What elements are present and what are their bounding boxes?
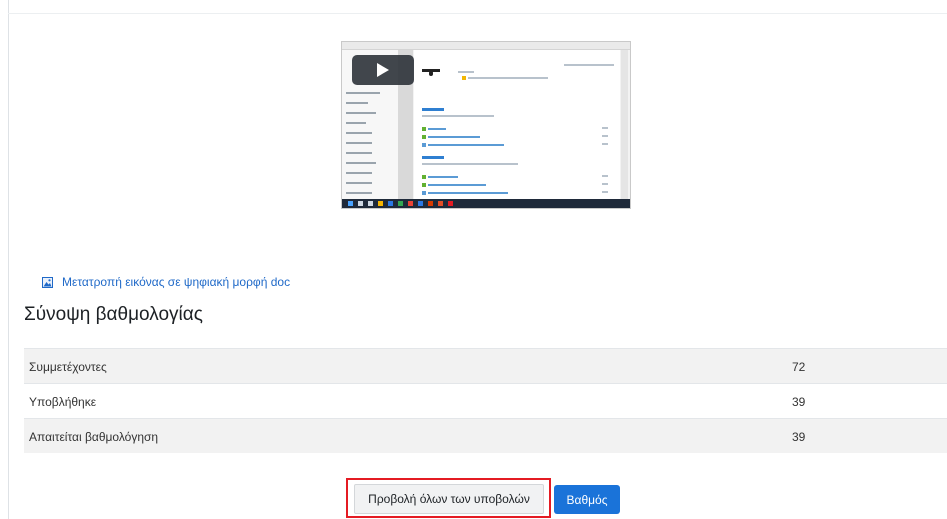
doc-link-label[interactable]: Μετατροπή εικόνας σε ψηφιακή μορφή doc [62, 275, 290, 289]
participants-value: 72 [792, 360, 806, 374]
grade-button[interactable]: Βαθμός [554, 485, 620, 514]
page-top-divider [8, 13, 947, 14]
grading-summary-title: Σύνοψη βαθμολογίας [24, 304, 203, 325]
table-row: Υποβλήθηκε 39 [24, 383, 947, 418]
video-browser-titlebar [342, 42, 630, 50]
view-all-submissions-button[interactable]: Προβολή όλων των υποβολών [354, 484, 544, 514]
table-row: Απαιτείται βαθμολόγηση 39 [24, 418, 947, 453]
participants-label: Συμμετέχοντες [29, 360, 107, 374]
table-row: Συμμετέχοντες 72 [24, 348, 947, 383]
needs-grading-value: 39 [792, 430, 806, 444]
video-page-content [414, 50, 620, 199]
needs-grading-label: Απαιτείται βαθμολόγηση [29, 430, 159, 444]
video-right-scroll [621, 50, 628, 199]
submitted-label: Υποβλήθηκε [29, 395, 97, 409]
play-icon [377, 63, 389, 77]
page-left-border [8, 0, 9, 519]
video-taskbar [342, 199, 630, 208]
doc-conversion-link[interactable]: Μετατροπή εικόνας σε ψηφιακή μορφή doc [42, 275, 290, 289]
grading-summary-table: Συμμετέχοντες 72 Υποβλήθηκε 39 Απαιτείτα… [24, 348, 947, 453]
submitted-value: 39 [792, 395, 806, 409]
video-play-button[interactable] [352, 55, 414, 85]
file-image-icon [42, 276, 53, 288]
